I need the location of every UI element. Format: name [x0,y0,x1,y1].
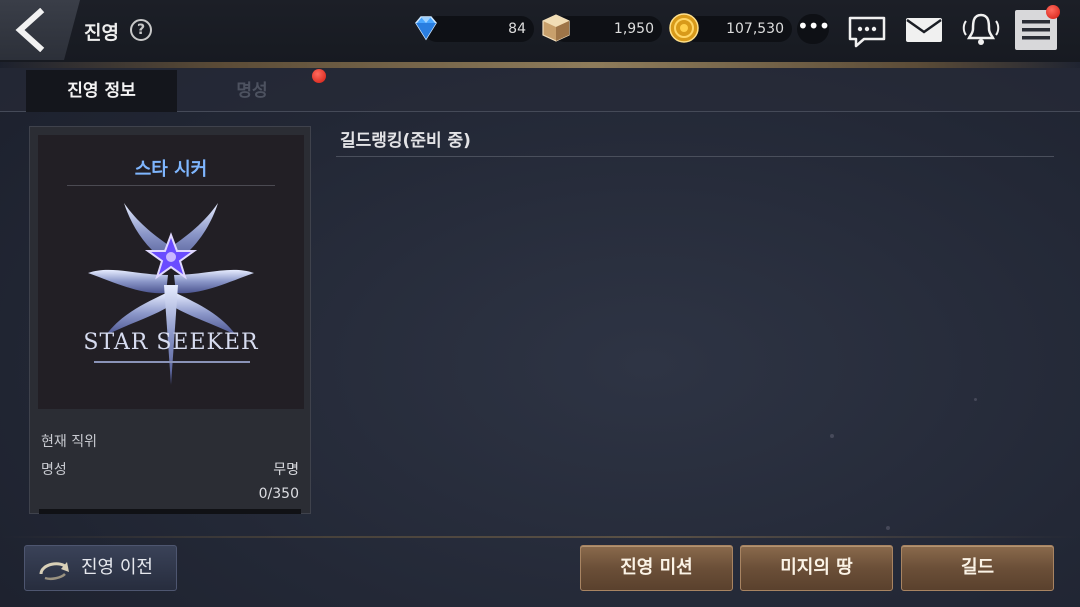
wordmark-underline [94,361,250,363]
background-sparkle [974,398,977,401]
background-sparkle [830,434,834,438]
guild-ranking-title: 길드랭킹(준비 중) [340,131,471,151]
guild-button[interactable]: 길드 [901,545,1054,591]
faction-name: 스타 시커 [134,159,208,180]
section-divider [336,156,1054,157]
help-icon[interactable]: ? [130,19,152,41]
fame-progress-bar [39,509,301,514]
tab-faction-info[interactable]: 진영 정보 [26,70,177,112]
page-title: 진영 [84,22,119,44]
menu-notification-badge [1046,5,1060,19]
tab-fame[interactable]: 명성 [177,70,327,112]
more-button[interactable]: ••• [797,14,830,44]
emblem-panel: 스타 시커 STAR SEEKER [38,135,304,409]
faction-mission-button[interactable]: 진영 미션 [580,545,733,591]
crystal-cube-icon [542,14,570,42]
transfer-swirl-icon [39,562,69,581]
back-arrow-icon [15,8,45,52]
star-seeker-emblem-icon [88,203,254,385]
fame-progress-text: 0/350 [258,486,299,502]
background-sparkle [886,526,890,530]
emblem-wordmark: STAR SEEKER [83,330,259,355]
diamond-icon [415,16,437,41]
bell-icon[interactable] [960,11,1002,47]
faction-card: 스타 시커 STAR SEEKER 현재 직위 명성 무명 0/350 [29,126,311,514]
fame-label: 명성 [41,462,67,478]
footer-divider [0,536,1080,538]
gold-coin-icon [669,13,699,43]
tab-fame-badge [312,69,326,83]
emblem-divider [67,185,275,186]
unknown-land-button[interactable]: 미지의 땅 [740,545,893,591]
chat-icon[interactable] [846,14,888,50]
current-rank-label: 현재 직위 [41,434,97,450]
fame-rank-value: 무명 [273,462,299,478]
faction-transfer-label: 진영 이전 [81,557,153,578]
faction-transfer-button[interactable]: 진영 이전 [24,545,177,591]
mail-icon[interactable] [904,15,944,45]
